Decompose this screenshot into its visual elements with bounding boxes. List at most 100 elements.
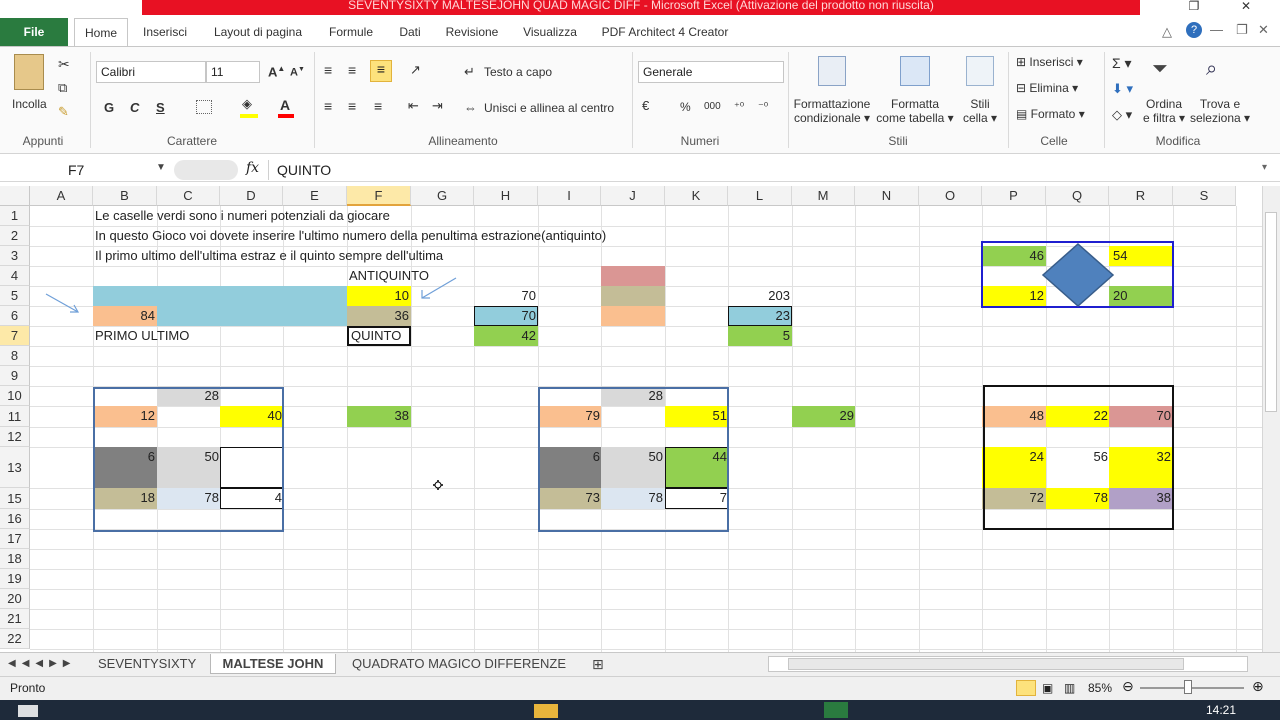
column-header-d[interactable]: D bbox=[220, 186, 283, 206]
row-header-20[interactable]: 20 bbox=[0, 589, 30, 609]
name-box[interactable]: F7 bbox=[4, 160, 170, 180]
row-header-3[interactable]: 3 bbox=[0, 246, 30, 266]
column-header-c[interactable]: C bbox=[157, 186, 220, 206]
increase-indent-icon[interactable]: ⇥ bbox=[432, 98, 443, 114]
cell-f7-selected[interactable]: QUINTO bbox=[347, 326, 411, 346]
row-header-9[interactable]: 9 bbox=[0, 366, 30, 386]
currency-icon[interactable]: € bbox=[642, 98, 649, 113]
cell-h7[interactable]: 42 bbox=[474, 326, 538, 346]
clear-icon[interactable]: ◇ ▾ bbox=[1112, 107, 1132, 123]
cell-j10[interactable]: 28 bbox=[601, 386, 665, 406]
tab-page-layout[interactable]: Layout di pagina bbox=[204, 18, 312, 46]
column-header-s[interactable]: S bbox=[1173, 186, 1236, 206]
row-header-21[interactable]: 21 bbox=[0, 609, 30, 629]
close-workbook-icon[interactable]: ✕ bbox=[1258, 22, 1269, 38]
cell-c13[interactable]: 50 bbox=[157, 447, 221, 467]
column-header-j[interactable]: J bbox=[601, 186, 665, 206]
restore-window-icon[interactable]: ❐ bbox=[1236, 22, 1248, 38]
align-middle-icon[interactable]: ≡ bbox=[348, 62, 356, 78]
row-header-18[interactable]: 18 bbox=[0, 549, 30, 569]
column-header-p[interactable]: P bbox=[982, 186, 1046, 206]
cell-styles-button[interactable]: Stili cella ▾ bbox=[956, 97, 1004, 125]
tab-file[interactable]: File bbox=[0, 18, 68, 46]
cell-f4[interactable]: ANTIQUINTO bbox=[347, 266, 431, 286]
column-header-k[interactable]: K bbox=[665, 186, 728, 206]
tab-view[interactable]: Visualizza bbox=[514, 18, 586, 46]
excel-taskbar-icon[interactable] bbox=[824, 702, 848, 718]
sheet-tab-seventysixty[interactable]: SEVENTYSIXTY bbox=[98, 654, 196, 674]
percent-button[interactable]: % bbox=[680, 100, 691, 114]
bold-button[interactable]: G bbox=[104, 100, 114, 115]
name-box-dropdown-icon[interactable]: ▼ bbox=[156, 162, 166, 173]
shrink-font-icon[interactable]: A▼ bbox=[290, 66, 305, 79]
cell-q11[interactable]: 22 bbox=[1046, 406, 1110, 426]
row-header-4[interactable]: 4 bbox=[0, 266, 30, 286]
increase-decimal-icon[interactable]: ⁺⁰ bbox=[734, 100, 744, 113]
row-header-6[interactable]: 6 bbox=[0, 306, 30, 326]
orientation-icon[interactable]: ↗ bbox=[410, 62, 421, 78]
row-header-22[interactable]: 22 bbox=[0, 629, 30, 649]
cell-p15[interactable]: 72 bbox=[982, 488, 1046, 508]
row-header-12[interactable]: 12 bbox=[0, 427, 30, 447]
cell-m11[interactable]: 29 bbox=[792, 406, 856, 426]
cell-b13[interactable]: 6 bbox=[93, 447, 157, 467]
tab-home[interactable]: Home bbox=[74, 18, 128, 47]
cell-k13[interactable]: 44 bbox=[665, 447, 729, 467]
format-as-table-button[interactable]: Formatta come tabella ▾ bbox=[876, 97, 954, 125]
cell-k11[interactable]: 51 bbox=[665, 406, 729, 426]
cell-r3[interactable]: 54 bbox=[1109, 246, 1173, 266]
row-header-7[interactable]: 7 bbox=[0, 326, 30, 346]
font-color-icon[interactable]: A bbox=[280, 97, 290, 113]
row-header-1[interactable]: 1 bbox=[0, 206, 30, 226]
cell-b11[interactable]: 12 bbox=[93, 406, 157, 426]
wrap-text-button[interactable]: Testo a capo bbox=[484, 65, 552, 79]
page-break-view-icon[interactable]: ▥ bbox=[1064, 681, 1075, 695]
fx-icon[interactable]: fx bbox=[246, 160, 259, 176]
cell-h5[interactable]: 70 bbox=[474, 286, 538, 306]
file-explorer-icon[interactable] bbox=[534, 704, 558, 718]
find-select-button[interactable]: Trova e seleziona ▾ bbox=[1188, 97, 1252, 125]
number-format-select[interactable]: Generale bbox=[638, 61, 784, 83]
sheet-tab-quadrato-magico[interactable]: QUADRATO MAGICO DIFFERENZE bbox=[352, 654, 566, 674]
row-header-10[interactable]: 10 bbox=[0, 386, 30, 406]
align-center-icon[interactable]: ≡ bbox=[348, 98, 356, 114]
column-header-o[interactable]: O bbox=[919, 186, 982, 206]
format-painter-icon[interactable]: ✎ bbox=[58, 104, 69, 120]
cell-p11[interactable]: 48 bbox=[982, 406, 1046, 426]
align-bottom-icon[interactable]: ≡ bbox=[370, 60, 392, 82]
column-header-g[interactable]: G bbox=[411, 186, 474, 206]
cell-r11[interactable]: 70 bbox=[1109, 406, 1173, 426]
cell-c15[interactable]: 78 bbox=[157, 488, 221, 508]
zoom-slider[interactable] bbox=[1140, 687, 1244, 689]
column-header-b[interactable]: B bbox=[93, 186, 157, 206]
vertical-scroll-thumb[interactable] bbox=[1265, 212, 1277, 412]
restore-icon[interactable]: ❐ bbox=[1174, 0, 1214, 16]
cell-d11[interactable]: 40 bbox=[220, 406, 284, 426]
borders-icon[interactable] bbox=[196, 100, 212, 114]
close-icon[interactable]: ✕ bbox=[1226, 0, 1266, 16]
cell-b7[interactable]: PRIMO ULTIMO bbox=[93, 326, 191, 346]
help-icon[interactable]: ? bbox=[1186, 22, 1202, 38]
column-header-r[interactable]: R bbox=[1109, 186, 1173, 206]
fill-color-icon[interactable]: ◈ bbox=[242, 96, 252, 112]
row-header-11[interactable]: 11 bbox=[0, 406, 30, 427]
column-header-e[interactable]: E bbox=[283, 186, 347, 206]
zoom-slider-thumb[interactable] bbox=[1184, 680, 1192, 694]
column-header-h[interactable]: H bbox=[474, 186, 538, 206]
cell-j15[interactable]: 78 bbox=[601, 488, 665, 508]
font-size-select[interactable]: 11 bbox=[206, 61, 260, 83]
cell-h6[interactable]: 70 bbox=[474, 306, 538, 326]
row-header-8[interactable]: 8 bbox=[0, 346, 30, 366]
row-header-5[interactable]: 5 bbox=[0, 286, 30, 306]
delete-cells-button[interactable]: ⊟ Elimina ▾ bbox=[1016, 81, 1078, 95]
underline-button[interactable]: S bbox=[156, 100, 165, 115]
cell-p13[interactable]: 24 bbox=[982, 447, 1046, 467]
cell-p5[interactable]: 12 bbox=[982, 286, 1046, 306]
cell-l5[interactable]: 203 bbox=[728, 286, 792, 306]
format-cells-button[interactable]: ▤ Formato ▾ bbox=[1016, 107, 1085, 121]
italic-button[interactable]: C bbox=[130, 100, 139, 115]
cell-f11[interactable]: 38 bbox=[347, 406, 411, 426]
row-header-16[interactable]: 16 bbox=[0, 509, 30, 529]
cell-j13[interactable]: 50 bbox=[601, 447, 665, 467]
cell-b2[interactable]: In questo Gioco voi dovete inserire l'ul… bbox=[93, 226, 608, 246]
